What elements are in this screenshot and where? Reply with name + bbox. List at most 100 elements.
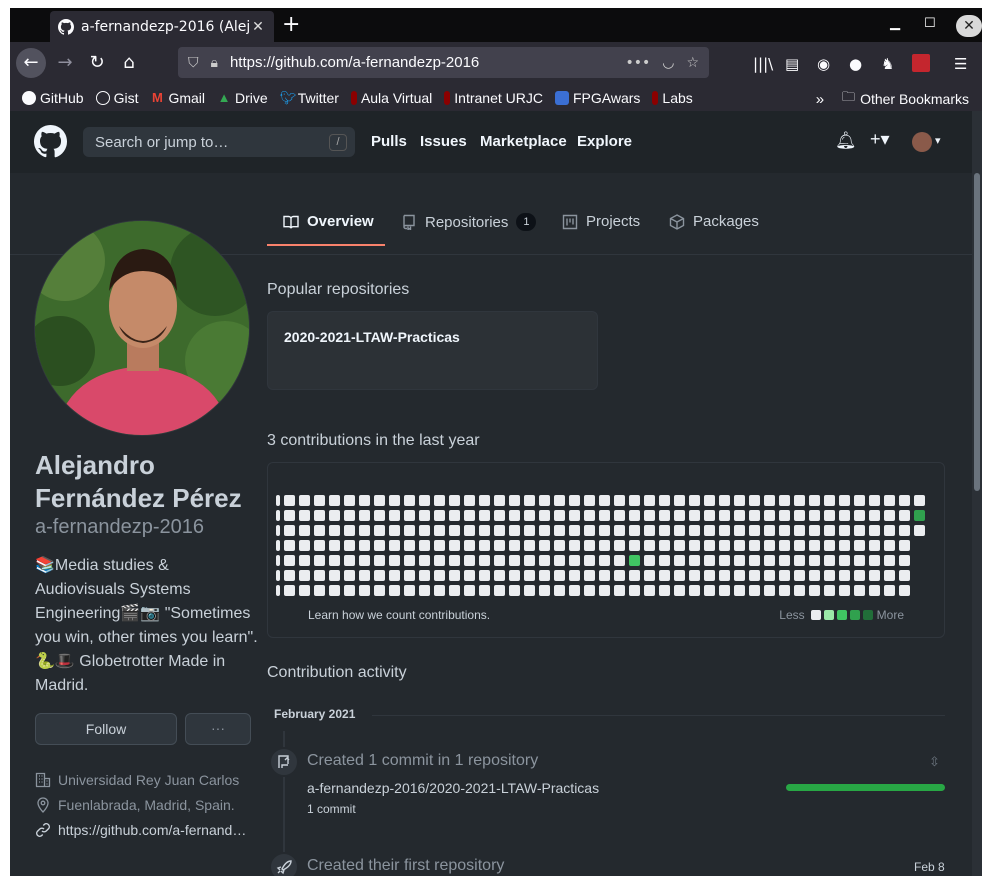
contribution-day[interactable] (719, 495, 730, 506)
contribution-day[interactable] (419, 525, 430, 536)
home-icon[interactable]: ⌂ (114, 48, 144, 78)
activity-repo-created-title[interactable]: Created their first repository (307, 857, 504, 875)
contribution-day[interactable] (779, 555, 790, 566)
gnome-extension-icon[interactable]: ♞ (881, 55, 894, 73)
contribution-day[interactable] (299, 540, 310, 551)
bell-icon[interactable]: 🔔︎ (835, 131, 857, 151)
contribution-day[interactable] (629, 525, 640, 536)
contribution-day[interactable] (809, 525, 820, 536)
contribution-day[interactable] (524, 555, 535, 566)
contribution-day[interactable] (764, 570, 775, 581)
contribution-day[interactable] (719, 525, 730, 536)
activity-commits-title[interactable]: Created 1 commit in 1 repository (307, 752, 538, 770)
contribution-day[interactable] (884, 555, 895, 566)
contribution-day[interactable] (299, 585, 310, 596)
contribution-day[interactable] (359, 525, 370, 536)
contribution-day[interactable] (419, 495, 430, 506)
close-window-icon[interactable]: ✕ (956, 15, 982, 37)
contribution-day[interactable] (869, 495, 880, 506)
profile-avatar[interactable] (34, 220, 250, 436)
contribution-day[interactable] (719, 555, 730, 566)
contribution-day[interactable] (794, 540, 805, 551)
contribution-day[interactable] (344, 495, 355, 506)
contribution-day[interactable] (599, 585, 610, 596)
contribution-day[interactable] (809, 570, 820, 581)
contribution-day[interactable] (419, 510, 430, 521)
contribution-day[interactable] (584, 585, 595, 596)
contribution-day[interactable] (734, 570, 745, 581)
contribution-day[interactable] (434, 570, 445, 581)
bookmark-fpgawars[interactable]: FPGAwars (554, 90, 640, 106)
contribution-day[interactable] (779, 525, 790, 536)
contribution-day[interactable] (869, 525, 880, 536)
contribution-day[interactable] (404, 555, 415, 566)
contribution-day[interactable] (389, 510, 400, 521)
contribution-day[interactable] (479, 495, 490, 506)
contribution-day[interactable] (809, 585, 820, 596)
contribution-day[interactable] (449, 495, 460, 506)
reload-icon[interactable]: ↻ (82, 48, 112, 78)
contribution-day[interactable] (554, 510, 565, 521)
contribution-day[interactable] (434, 525, 445, 536)
contribution-day[interactable] (614, 585, 625, 596)
contribution-day[interactable] (854, 555, 865, 566)
contribution-day[interactable] (449, 585, 460, 596)
contribution-day[interactable] (389, 585, 400, 596)
contribution-day[interactable] (329, 555, 340, 566)
contribution-day[interactable] (464, 525, 475, 536)
contribution-day[interactable] (284, 525, 295, 536)
account-icon[interactable]: ◉ (817, 55, 830, 73)
minimize-icon[interactable]: ▁ (890, 16, 900, 31)
contribution-day[interactable] (659, 585, 670, 596)
contribution-day[interactable] (554, 585, 565, 596)
contribution-day[interactable] (614, 570, 625, 581)
contribution-day[interactable] (524, 585, 535, 596)
contribution-day[interactable] (374, 555, 385, 566)
contribution-day[interactable] (689, 570, 700, 581)
contribution-day[interactable] (749, 555, 760, 566)
contribution-day[interactable] (554, 555, 565, 566)
contribution-day[interactable] (839, 510, 850, 521)
contribution-day[interactable] (599, 510, 610, 521)
contribution-day[interactable] (644, 585, 655, 596)
library-icon[interactable]: |||\ (753, 55, 773, 73)
contribution-day[interactable] (314, 495, 325, 506)
url-bar[interactable]: ⛉ 🔒︎ https://github.com/a-fernandezp-201… (178, 47, 709, 78)
contribution-day[interactable] (329, 585, 340, 596)
contribution-day[interactable] (764, 555, 775, 566)
contribution-day[interactable] (524, 570, 535, 581)
contribution-day[interactable] (674, 525, 685, 536)
contribution-day[interactable] (509, 570, 520, 581)
contribution-day[interactable] (689, 510, 700, 521)
nav-issues[interactable]: Issues (420, 133, 467, 150)
contribution-day[interactable] (614, 540, 625, 551)
contribution-day[interactable] (374, 585, 385, 596)
contribution-day[interactable] (344, 525, 355, 536)
contribution-day[interactable] (674, 585, 685, 596)
contribution-day[interactable] (779, 510, 790, 521)
contribution-day[interactable] (914, 510, 925, 521)
contribution-day[interactable] (449, 570, 460, 581)
contribution-day[interactable] (824, 555, 835, 566)
contribution-day[interactable] (899, 555, 910, 566)
contribution-day[interactable] (704, 510, 715, 521)
contribution-day[interactable] (509, 495, 520, 506)
contribution-day[interactable] (794, 525, 805, 536)
contribution-day[interactable] (794, 555, 805, 566)
contribution-day[interactable] (809, 555, 820, 566)
contribution-day[interactable] (329, 570, 340, 581)
contribution-day[interactable] (824, 495, 835, 506)
contribution-day[interactable] (704, 585, 715, 596)
contribution-day[interactable] (404, 525, 415, 536)
contribution-day[interactable] (734, 555, 745, 566)
contribution-day[interactable] (749, 495, 760, 506)
contribution-day[interactable] (389, 495, 400, 506)
contribution-day[interactable] (359, 510, 370, 521)
contribution-day[interactable] (599, 540, 610, 551)
contribution-day[interactable] (719, 540, 730, 551)
contribution-day[interactable] (839, 570, 850, 581)
contribution-day[interactable] (569, 570, 580, 581)
contribution-day[interactable] (374, 540, 385, 551)
contribution-day[interactable] (569, 510, 580, 521)
contribution-day[interactable] (509, 510, 520, 521)
